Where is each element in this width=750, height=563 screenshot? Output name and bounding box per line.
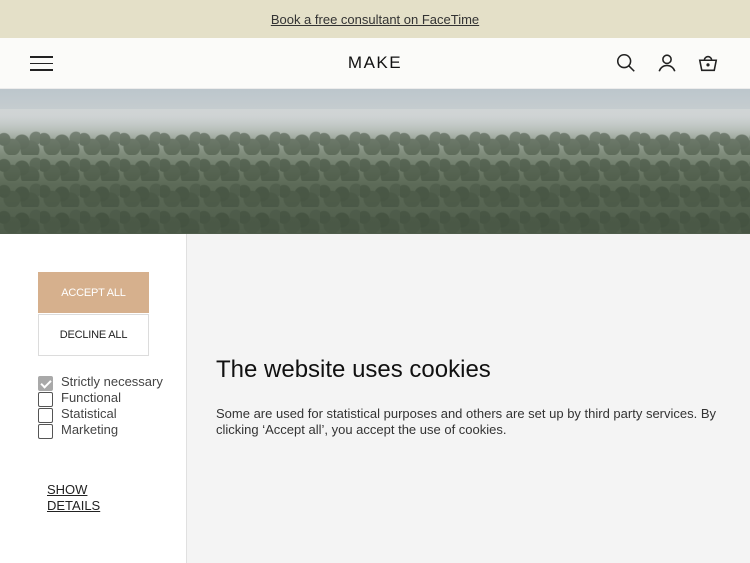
cookie-options: Strictly necessary Functional Statistica… (38, 374, 178, 439)
option-functional: Functional (38, 390, 178, 407)
option-statistical: Statistical (38, 406, 178, 423)
announcement-bar: Book a free consultant on FaceTime (0, 0, 750, 38)
site-header: MAKE (0, 38, 750, 89)
functional-checkbox[interactable] (38, 392, 53, 407)
accept-all-button[interactable]: ACCEPT ALL (38, 272, 149, 313)
option-label: Marketing (61, 422, 119, 437)
cart-bag-icon[interactable] (697, 52, 719, 74)
cookie-description: Some are used for statistical purposes a… (216, 406, 717, 437)
hero-forest-image (0, 89, 750, 234)
option-label: Strictly necessary (61, 374, 163, 389)
option-label: Functional (61, 390, 121, 405)
cookie-message: The website uses cookies Some are used f… (187, 234, 750, 563)
account-icon[interactable] (656, 52, 678, 74)
show-details-link[interactable]: SHOW DETAILS (47, 482, 117, 514)
option-marketing: Marketing (38, 422, 178, 439)
statistical-checkbox[interactable] (38, 408, 53, 423)
cookie-title: The website uses cookies (216, 356, 491, 383)
strictly-necessary-checkbox[interactable] (38, 376, 53, 391)
facetime-link[interactable]: Book a free consultant on FaceTime (271, 12, 479, 27)
option-label: Statistical (61, 406, 117, 421)
cookie-controls: ACCEPT ALL DECLINE ALL Strictly necessar… (0, 234, 187, 563)
decline-all-button[interactable]: DECLINE ALL (38, 314, 149, 356)
option-strictly-necessary: Strictly necessary (38, 374, 178, 391)
logo[interactable]: MAKE (0, 53, 750, 73)
search-icon[interactable] (615, 52, 637, 74)
marketing-checkbox[interactable] (38, 424, 53, 439)
cookie-banner: ACCEPT ALL DECLINE ALL Strictly necessar… (0, 234, 750, 563)
